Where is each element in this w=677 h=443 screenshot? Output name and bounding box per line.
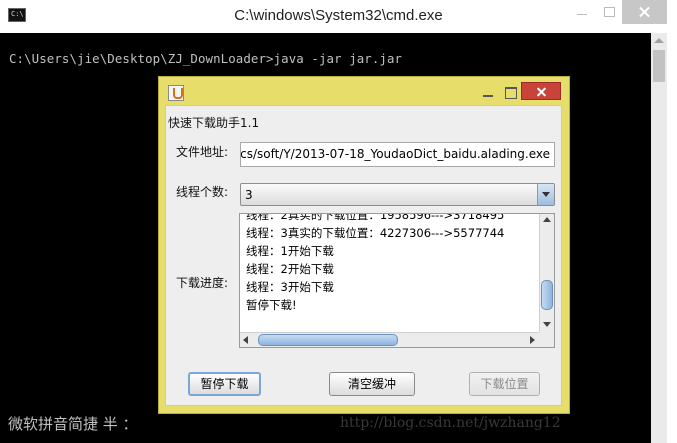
log-line: 线程：3真实的下载位置：4227306--->5577744	[246, 226, 505, 240]
command-line: C:\Users\jie\Desktop\ZJ_DownLoader>java …	[9, 51, 403, 66]
url-value: ie-bcs/soft/Y/2013-07-18_YoudaoDict_baid…	[240, 147, 550, 161]
log-line: 暂停下载!	[246, 298, 297, 312]
java-titlebar[interactable]	[159, 77, 569, 105]
scroll-up-arrow-icon[interactable]	[654, 38, 664, 43]
java-content-pane: 快速下载助手1.1 文件地址: ie-bcs/soft/Y/2013-07-18…	[165, 105, 562, 406]
pause-download-button[interactable]: 暂停下载	[188, 372, 261, 396]
scroll-down-arrow-icon[interactable]	[543, 322, 551, 327]
scroll-right-arrow-icon[interactable]	[530, 336, 535, 344]
horizontal-scroll-thumb[interactable]	[258, 334, 398, 346]
url-input[interactable]: ie-bcs/soft/Y/2013-07-18_YoudaoDict_baid…	[240, 142, 555, 167]
minimize-icon[interactable]	[569, 0, 595, 24]
maximize-icon[interactable]	[501, 83, 521, 101]
log-line: 线程：1开始下载	[246, 244, 334, 258]
java-app-window: 快速下载助手1.1 文件地址: ie-bcs/soft/Y/2013-07-18…	[158, 76, 570, 414]
cmd-titlebar[interactable]: C:\ C:\windows\System32\cmd.exe	[0, 0, 677, 32]
close-icon[interactable]	[622, 0, 667, 24]
progress-log[interactable]: 线程：2真实的下载位置：1958596--->3718495 线程：3真实的下载…	[239, 213, 555, 348]
log-horizontal-scrollbar[interactable]	[240, 332, 540, 347]
log-line: 线程：2开始下载	[246, 262, 334, 276]
watermark: http://blog.csdn.net/jwzhang12	[340, 415, 561, 431]
maximize-icon[interactable]	[596, 0, 622, 24]
log-vertical-scrollbar[interactable]	[539, 214, 554, 332]
log-line: 线程：3开始下载	[246, 280, 334, 294]
minimize-icon[interactable]	[475, 83, 501, 101]
scroll-left-arrow-icon[interactable]	[243, 336, 248, 344]
thread-count-select[interactable]: 3	[240, 183, 555, 206]
console-scrollbar[interactable]	[651, 33, 667, 443]
url-label: 文件地址:	[176, 145, 229, 159]
progress-label: 下载进度:	[176, 276, 229, 290]
java-cup-icon[interactable]	[168, 85, 184, 101]
ime-status-bar: 微软拼音简捷 半 ：	[8, 415, 138, 433]
log-lines: 线程：2真实的下载位置：1958596--->3718495 线程：3真实的下载…	[246, 213, 536, 314]
vertical-scroll-thumb[interactable]	[541, 280, 553, 310]
scroll-thumb[interactable]	[653, 50, 665, 82]
log-line: 线程：2真实的下载位置：1958596--->3718495	[246, 213, 505, 222]
thread-count-value: 3	[245, 188, 253, 202]
download-location-button[interactable]: 下载位置	[469, 372, 540, 396]
scroll-up-arrow-icon[interactable]	[543, 217, 551, 222]
window-border	[667, 0, 677, 443]
close-icon[interactable]	[521, 82, 561, 100]
chevron-down-icon[interactable]	[537, 184, 554, 205]
clear-buffer-button[interactable]: 清空缓冲	[329, 372, 415, 396]
app-title-label: 快速下载助手1.1	[168, 116, 260, 130]
thread-count-label: 线程个数:	[176, 185, 229, 199]
scrollbar-corner	[539, 332, 554, 347]
